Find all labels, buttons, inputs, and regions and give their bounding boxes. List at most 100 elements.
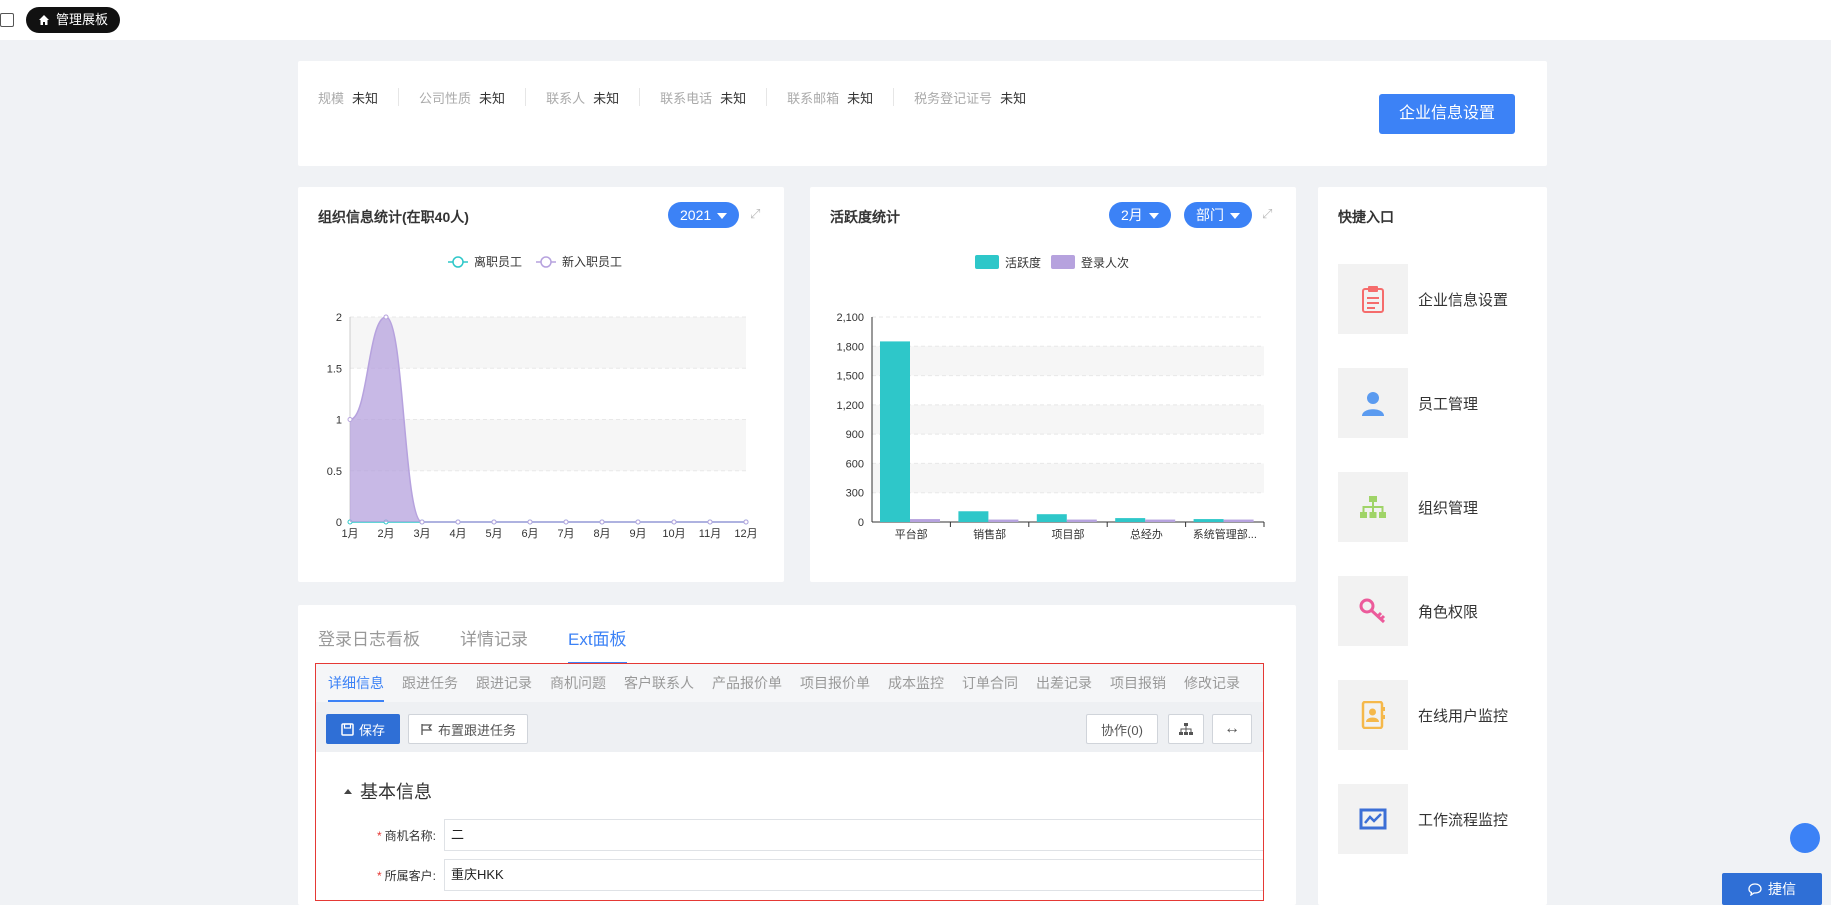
quick-item-organization[interactable]: 组织管理	[1338, 472, 1478, 542]
subtab-details[interactable]: 详细信息	[328, 664, 384, 702]
tab-detail-records[interactable]: 详情记录	[460, 625, 528, 664]
x-tick-label: 项目部	[1052, 527, 1085, 541]
field-label: * 商机名称:	[377, 827, 436, 844]
subtab-order-contracts[interactable]: 订单合同	[962, 664, 1018, 702]
fullscreen-icon[interactable]: ⤢	[750, 207, 764, 221]
field-label-text: 所属客户:	[384, 869, 436, 883]
sub-tabs: 详细信息 跟进任务 跟进记录 商机问题 客户联系人 产品报价单 项目报价单 成本…	[316, 664, 1263, 702]
save-button[interactable]: 保存	[326, 714, 400, 744]
monitor-chart-icon	[1338, 784, 1408, 854]
subtab-project-expenses[interactable]: 项目报销	[1110, 664, 1166, 702]
info-label: 公司性质	[419, 90, 472, 106]
jiexin-chat-button[interactable]: 捷信	[1722, 873, 1822, 905]
ext-panel: 详细信息 跟进任务 跟进记录 商机问题 客户联系人 产品报价单 项目报价单 成本…	[315, 663, 1264, 901]
grid-band	[350, 419, 746, 471]
subtab-customer-contacts[interactable]: 客户联系人	[624, 664, 694, 702]
x-tick-label: 12月	[734, 528, 757, 540]
x-tick-label: 销售部	[973, 527, 1006, 541]
data-point	[563, 519, 569, 525]
form-toolbar: 保存 布置跟进任务 协作(0) ↔	[316, 702, 1263, 752]
subtab-followup-tasks[interactable]: 跟进任务	[402, 664, 458, 702]
subtab-project-quotes[interactable]: 项目报价单	[800, 664, 870, 702]
info-tax-id: 税务登记证号 未知	[893, 88, 1046, 106]
y-tick-label: 2,100	[836, 312, 864, 324]
subtab-travel-records[interactable]: 出差记录	[1036, 664, 1092, 702]
department-selector-value: 部门	[1196, 207, 1224, 223]
quick-item-company-settings[interactable]: 企业信息设置	[1338, 264, 1508, 334]
quick-item-online-users[interactable]: 在线用户监控	[1338, 680, 1508, 750]
section-basic-info[interactable]: 基本信息	[344, 778, 432, 804]
x-tick-label: 7月	[557, 528, 574, 540]
tab-login-log[interactable]: 登录日志看板	[318, 625, 420, 664]
x-tick-label: 10月	[662, 528, 685, 540]
y-tick-label: 0	[858, 517, 864, 529]
y-tick-label: 1	[336, 415, 342, 427]
org-stats-card: 组织信息统计(在职40人) 2021 ⤢ 离职员工 新入职员工 0 0.5 1 1.5 2 1…	[298, 187, 784, 582]
subtab-opportunity-issues[interactable]: 商机问题	[550, 664, 606, 702]
quick-item-label: 角色权限	[1418, 603, 1479, 621]
field-label: * 所属客户:	[377, 867, 436, 884]
quick-entry-title: 快捷入口	[1338, 209, 1394, 225]
bar	[1115, 518, 1146, 522]
data-point	[707, 519, 713, 525]
key-icon	[1338, 576, 1408, 646]
field-label-text: 商机名称:	[384, 829, 436, 843]
quick-item-label: 工作流程监控	[1418, 811, 1509, 829]
org-tree-button[interactable]	[1168, 714, 1204, 744]
org-tree-icon	[1338, 472, 1408, 542]
home-tab[interactable]: 管理展板	[26, 7, 121, 33]
y-tick-label: 300	[846, 488, 864, 500]
grid-band	[872, 463, 1264, 493]
data-point	[491, 519, 497, 525]
x-tick-label: 平台部	[895, 527, 928, 541]
chevron-down-icon	[717, 213, 728, 220]
x-tick-label: 11月	[699, 528, 721, 540]
company-info-card: 规模 未知 公司性质 未知 联系人 未知 联系电话 未知 联系邮箱 未知 税务登记证号 未知…	[298, 61, 1547, 166]
company-settings-button[interactable]: 企业信息设置	[1379, 94, 1515, 134]
subtab-followup-records[interactable]: 跟进记录	[476, 664, 532, 702]
bar	[1223, 519, 1254, 522]
form-row-customer: * 所属客户: 重庆HKK	[316, 859, 1263, 891]
assign-followup-button[interactable]: 布置跟进任务	[408, 714, 528, 744]
x-tick-label: 5月	[485, 528, 502, 540]
info-value: 未知	[352, 90, 379, 106]
subtab-product-quotes[interactable]: 产品报价单	[712, 664, 782, 702]
contact-book-icon	[1338, 680, 1408, 750]
opportunity-name-input[interactable]: 二	[444, 819, 1263, 851]
quick-item-employees[interactable]: 员工管理	[1338, 368, 1478, 438]
info-value: 未知	[1000, 90, 1027, 106]
company-info-row: 规模 未知 公司性质 未知 联系人 未知 联系电话 未知 联系邮箱 未知 税务登记证号 未知	[318, 88, 1046, 106]
quick-item-label: 企业信息设置	[1418, 291, 1509, 309]
bar	[1145, 519, 1176, 522]
quick-item-workflow[interactable]: 工作流程监控	[1338, 784, 1508, 854]
legend-label: 活跃度	[1005, 255, 1041, 270]
info-value: 未知	[479, 90, 506, 106]
chevron-down-icon	[1230, 213, 1240, 220]
info-label: 联系邮箱	[787, 90, 840, 106]
flag-icon	[421, 723, 433, 735]
collaborate-button[interactable]: 协作(0)	[1086, 714, 1158, 744]
screen-icon[interactable]	[0, 13, 14, 27]
legend-label: 离职员工	[474, 254, 522, 269]
customer-input[interactable]: 重庆HKK	[444, 859, 1263, 891]
info-email: 联系邮箱 未知	[766, 88, 893, 106]
x-tick-label: 8月	[593, 528, 610, 540]
subtab-change-log[interactable]: 修改记录	[1184, 664, 1240, 702]
required-star: *	[376, 869, 382, 883]
activity-stats-card: 活跃度统计 2月 部门 ⤢ 活跃度 登录人次 0 300 600 900 1,200 1,50…	[810, 187, 1296, 582]
arrows-horizontal-icon: ↔	[1224, 720, 1240, 737]
x-tick-label: 3月	[413, 528, 430, 540]
info-label: 联系人	[546, 90, 586, 106]
fullscreen-icon[interactable]: ⤢	[1262, 207, 1276, 221]
info-phone: 联系电话 未知	[639, 88, 766, 106]
quick-item-roles[interactable]: 角色权限	[1338, 576, 1478, 646]
chat-bubble-icon	[1748, 882, 1762, 896]
subtab-cost-monitor[interactable]: 成本监控	[888, 664, 944, 702]
bar	[1193, 519, 1224, 522]
bar	[958, 511, 989, 522]
assistant-bird-icon[interactable]	[1790, 823, 1820, 853]
expand-width-button[interactable]: ↔	[1212, 714, 1252, 744]
x-tick-label: 1月	[341, 528, 358, 540]
legend-swatch	[1051, 255, 1075, 269]
tab-ext-panel[interactable]: Ext面板	[568, 625, 627, 664]
